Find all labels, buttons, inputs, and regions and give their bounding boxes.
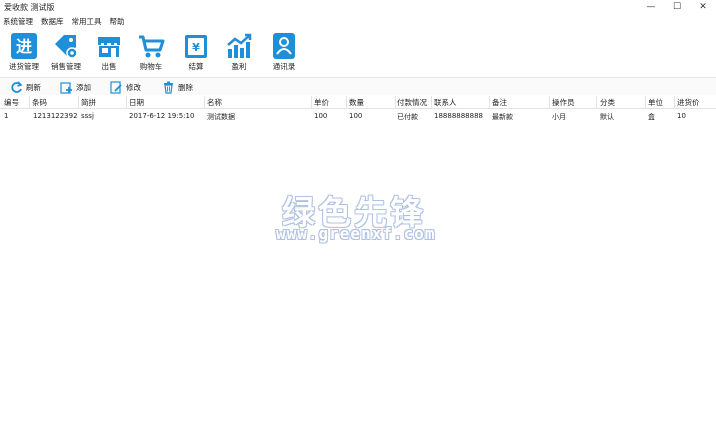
- toolbar-settle-button[interactable]: ¥ 结算: [176, 32, 216, 76]
- column-divider[interactable]: [674, 96, 675, 109]
- add-icon: [60, 81, 72, 94]
- column-divider[interactable]: [126, 96, 127, 109]
- column-divider[interactable]: [78, 96, 79, 109]
- delete-button[interactable]: 删除: [162, 80, 193, 94]
- table-cell: 1213122392: [33, 112, 78, 120]
- table-cell: 测试数据: [207, 113, 235, 121]
- column-header[interactable]: 分类: [600, 97, 615, 108]
- column-divider[interactable]: [596, 96, 597, 109]
- column-header[interactable]: 备注: [492, 97, 507, 108]
- toolbar-contacts-button[interactable]: 通讯录: [264, 32, 304, 76]
- column-header[interactable]: 单价: [314, 97, 329, 108]
- table-cell: 10: [677, 112, 686, 120]
- table-cell: 18888888888: [434, 112, 483, 120]
- window-title: 爱收款 测试版: [4, 3, 55, 12]
- column-divider[interactable]: [311, 96, 312, 109]
- column-divider[interactable]: [431, 96, 432, 109]
- table-cell: 已付款: [397, 113, 418, 121]
- column-header[interactable]: 编号: [4, 97, 19, 108]
- table-cell: sssj: [81, 112, 94, 120]
- column-header[interactable]: 操作员: [552, 97, 575, 108]
- toolbar-label: 购物车: [139, 62, 163, 71]
- table-cell: 最新款: [492, 113, 513, 121]
- toolbar-label: 结算: [188, 62, 204, 71]
- column-header[interactable]: 条码: [32, 97, 47, 108]
- maximize-button[interactable]: ☐: [664, 0, 690, 14]
- toolbar-sales-button[interactable]: 销售管理: [46, 32, 86, 76]
- grid-header: 编号 条码 简拼 日期 名称 单价 数量 付款情况 联系人 备注 操作员 分类 …: [0, 96, 716, 109]
- column-header[interactable]: 联系人: [434, 97, 457, 108]
- edit-icon: [110, 80, 122, 94]
- toolbar-profit-button[interactable]: 盈利: [219, 32, 259, 76]
- contacts-icon: [273, 33, 295, 59]
- column-divider[interactable]: [204, 96, 205, 109]
- column-header[interactable]: 数量: [349, 97, 364, 108]
- column-divider[interactable]: [29, 96, 30, 109]
- refresh-button[interactable]: 刷新: [10, 80, 41, 94]
- refresh-label: 刷新: [26, 82, 41, 92]
- action-toolbar: 刷新 添加 修改 删除: [0, 77, 716, 95]
- table-row[interactable]: 1 1213122392 sssj 2017-6-12 19:5:10 测试数据…: [0, 110, 716, 123]
- window-controls: — ☐ ✕: [638, 0, 716, 14]
- toolbar-sell-button[interactable]: 出售: [89, 32, 129, 76]
- column-divider[interactable]: [549, 96, 550, 109]
- table-cell: 2017-6-12 19:5:10: [129, 112, 195, 120]
- table-cell: 100: [314, 112, 328, 120]
- edit-button[interactable]: 修改: [110, 80, 141, 94]
- svg-text:进: 进: [16, 37, 32, 56]
- table-cell: 默认: [600, 113, 614, 121]
- column-header[interactable]: 简拼: [81, 97, 96, 108]
- toolbar-label: 通讯录: [272, 62, 296, 71]
- column-header[interactable]: 日期: [129, 97, 144, 108]
- toolbar-label: 出售: [101, 62, 117, 71]
- column-header[interactable]: 名称: [207, 97, 222, 108]
- cart-icon: [139, 35, 165, 58]
- menu-tools[interactable]: 常用工具: [72, 16, 102, 27]
- stock-in-icon: 进: [11, 33, 37, 59]
- minimize-button[interactable]: —: [638, 0, 664, 14]
- add-label: 添加: [76, 82, 91, 92]
- delete-label: 删除: [178, 82, 193, 92]
- close-button[interactable]: ✕: [690, 0, 716, 14]
- refresh-icon: [11, 80, 23, 93]
- trash-icon: [164, 81, 173, 94]
- column-header[interactable]: 付款情况: [397, 97, 427, 108]
- menu-system[interactable]: 系统管理: [3, 16, 33, 27]
- add-button[interactable]: 添加: [60, 80, 91, 94]
- svg-text:¥: ¥: [192, 41, 200, 54]
- column-divider[interactable]: [645, 96, 646, 109]
- title-bar: 爱收款 测试版 — ☐ ✕: [0, 0, 716, 14]
- column-divider[interactable]: [489, 96, 490, 109]
- column-header[interactable]: 单位: [648, 97, 663, 108]
- menu-help[interactable]: 帮助: [110, 16, 125, 27]
- column-header[interactable]: 进货价: [677, 97, 700, 108]
- wallet-icon: ¥: [185, 35, 207, 58]
- toolbar-label: 销售管理: [51, 62, 81, 71]
- table-cell: 盒: [648, 113, 655, 121]
- toolbar-label: 进货管理: [9, 62, 39, 71]
- edit-label: 修改: [126, 82, 141, 92]
- toolbar-stock-in-button[interactable]: 进 进货管理: [4, 32, 44, 76]
- watermark-url: www.greenxf.com: [276, 224, 436, 243]
- table-cell: 小月: [552, 113, 566, 121]
- chart-icon: [227, 33, 252, 58]
- menu-bar: 系统管理 数据库 常用工具 帮助: [0, 14, 716, 28]
- table-cell: 100: [349, 112, 363, 120]
- shop-icon: [98, 37, 120, 57]
- toolbar-label: 盈利: [231, 62, 247, 71]
- column-divider[interactable]: [346, 96, 347, 109]
- table-cell: 1: [4, 112, 9, 120]
- column-divider[interactable]: [395, 96, 396, 109]
- toolbar-cart-button[interactable]: 购物车: [131, 32, 171, 76]
- watermark: 绿色先锋 www.greenxf.com: [276, 186, 442, 246]
- main-toolbar: 进 进货管理 销售管理 出售 购物车 ¥ 结算 盈利 通讯录: [0, 28, 716, 76]
- sales-tag-icon: [55, 35, 78, 59]
- menu-database[interactable]: 数据库: [41, 16, 64, 27]
